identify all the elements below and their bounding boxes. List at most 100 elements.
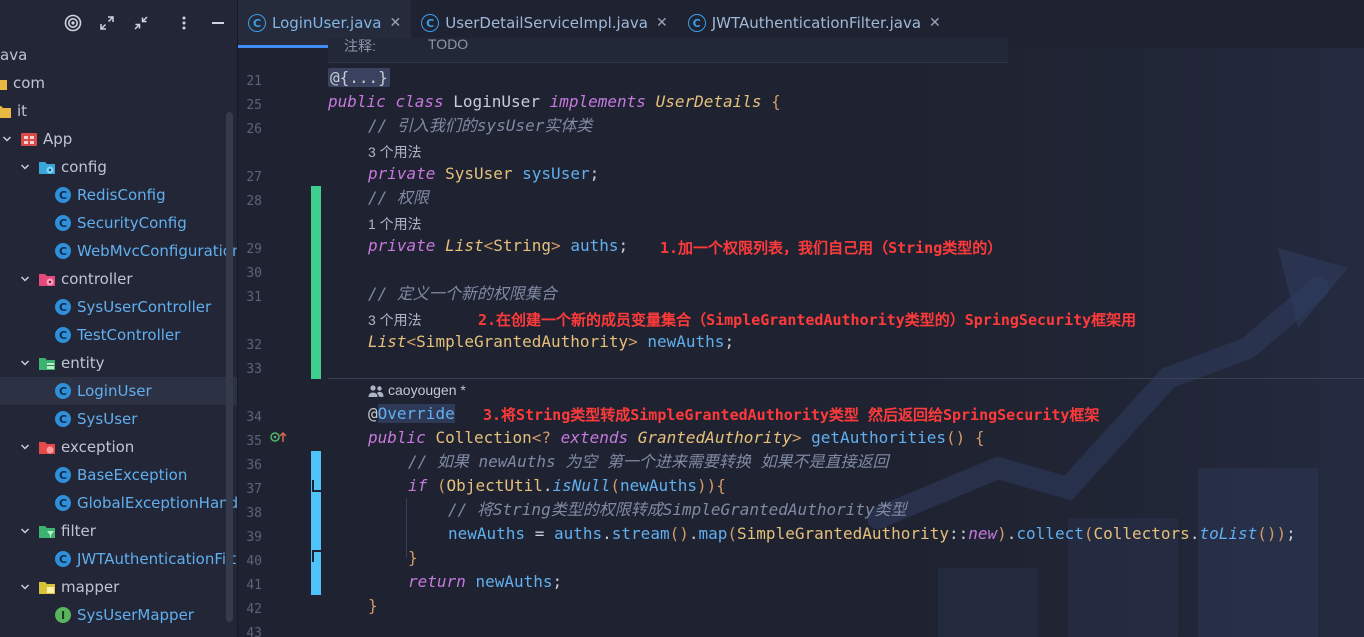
usage-hint[interactable]: 1 个用法 bbox=[368, 214, 422, 234]
author-hint[interactable]: caoyougen * bbox=[388, 382, 466, 398]
red-annotation-3: 3.将String类型转成SimpleGrantedAuthority类型 然后… bbox=[483, 406, 1100, 424]
tree-item-label: ava bbox=[0, 46, 28, 64]
line-number[interactable]: 27 bbox=[238, 170, 262, 185]
chevron-down-icon[interactable] bbox=[18, 358, 32, 368]
token: . bbox=[1189, 524, 1200, 543]
tree-item-baseexception[interactable]: C BaseException bbox=[0, 461, 237, 489]
vcs-added-marker[interactable] bbox=[311, 186, 321, 379]
comment: // 定义一个新的权限集合 bbox=[368, 284, 557, 303]
tree-item-ava[interactable]: ava bbox=[0, 41, 237, 69]
doc-value: TODO bbox=[428, 36, 469, 52]
chevron-down-icon[interactable] bbox=[18, 526, 32, 536]
line-number[interactable]: 41 bbox=[238, 578, 262, 593]
svg-text:C: C bbox=[59, 217, 67, 230]
tree-item-testcontroller[interactable]: C TestController bbox=[0, 321, 237, 349]
tree-item-com[interactable]: com bbox=[0, 69, 237, 97]
tree-item-label: entity bbox=[61, 354, 105, 372]
line-number[interactable]: 37 bbox=[238, 482, 262, 497]
tree-item-sysusermapper[interactable]: I SysUserMapper bbox=[0, 601, 237, 629]
line-number[interactable]: 40 bbox=[238, 554, 262, 569]
line-number[interactable]: 33 bbox=[238, 362, 262, 377]
tree-item-redisconfig[interactable]: C RedisConfig bbox=[0, 181, 237, 209]
token: getAuthorities bbox=[811, 428, 947, 447]
filter-package-icon bbox=[38, 522, 56, 540]
red-annotation-2: 2.在创建一个新的成员变量集合（SimpleGrantedAuthority类型… bbox=[478, 311, 1137, 329]
code-editor[interactable]: 注释: TODO 21 25 26 27 28 29 30 31 32 33 34 35 36 37 38 3… bbox=[238, 36, 1364, 637]
token: ; bbox=[589, 164, 600, 183]
tree-item-label: TestController bbox=[77, 326, 181, 344]
line-number[interactable]: 29 bbox=[238, 242, 262, 257]
comment: // 如果 newAuths 为空 第一个进来需要转换 如果不是直接返回 bbox=[408, 452, 889, 471]
tree-item-sysusercontroller[interactable]: C SysUserController bbox=[0, 293, 237, 321]
line-number[interactable]: 25 bbox=[238, 98, 262, 113]
tree-item-mapper[interactable]: mapper bbox=[0, 573, 237, 601]
sidebar-scrollbar[interactable] bbox=[226, 112, 233, 622]
folder-icon bbox=[0, 74, 8, 92]
line-number[interactable]: 28 bbox=[238, 194, 262, 209]
tree-item-filter[interactable]: filter bbox=[0, 517, 237, 545]
line-number[interactable]: 31 bbox=[238, 290, 262, 305]
more-vertical-icon[interactable] bbox=[171, 10, 197, 36]
line-number[interactable]: 21 bbox=[238, 74, 262, 89]
chevron-down-icon[interactable] bbox=[18, 162, 32, 172]
close-icon[interactable]: ✕ bbox=[929, 15, 941, 31]
line-number[interactable]: 34 bbox=[238, 410, 262, 425]
chevron-down-icon[interactable] bbox=[18, 442, 32, 452]
tree-item-controller[interactable]: controller bbox=[0, 265, 237, 293]
line-number[interactable]: 42 bbox=[238, 602, 262, 617]
line-number[interactable]: 39 bbox=[238, 530, 262, 545]
close-icon[interactable]: ✕ bbox=[389, 15, 401, 31]
tree-item-securityconfig[interactable]: C SecurityConfig bbox=[0, 209, 237, 237]
line-number[interactable]: 35 bbox=[238, 434, 262, 449]
token: } bbox=[368, 596, 378, 615]
token: return bbox=[408, 572, 466, 591]
tree-item-label: BaseException bbox=[77, 466, 188, 484]
tree-item-config[interactable]: config bbox=[0, 153, 237, 181]
chevron-down-icon[interactable] bbox=[0, 134, 14, 144]
target-icon[interactable] bbox=[60, 10, 86, 36]
usage-hint[interactable]: 3 个用法 bbox=[368, 142, 422, 162]
tree-item-loginuser[interactable]: C LoginUser bbox=[0, 377, 237, 405]
token: public bbox=[368, 428, 426, 447]
fold-marker-icon[interactable] bbox=[312, 550, 322, 562]
implements-method-icon[interactable] bbox=[270, 430, 288, 444]
chevron-down-icon[interactable] bbox=[18, 274, 32, 284]
line-number[interactable]: 36 bbox=[238, 458, 262, 473]
folded-annotations[interactable]: @{...} bbox=[328, 68, 390, 87]
tree-item-sysuser[interactable]: C SysUser bbox=[0, 405, 237, 433]
token: ) bbox=[997, 524, 1007, 543]
line-number[interactable]: 30 bbox=[238, 266, 262, 281]
token: extends bbox=[560, 428, 629, 447]
tree-item-webmvcconfiguration[interactable]: C WebMvcConfiguration bbox=[0, 237, 237, 265]
line-number[interactable]: 32 bbox=[238, 338, 262, 353]
line-number[interactable]: 38 bbox=[238, 506, 262, 521]
svg-text:C: C bbox=[59, 329, 67, 342]
token: collect bbox=[1016, 524, 1084, 543]
token: > bbox=[551, 236, 561, 255]
svg-text:C: C bbox=[59, 301, 67, 314]
tree-item-app[interactable]: App bbox=[0, 125, 237, 153]
close-icon[interactable]: ✕ bbox=[656, 15, 668, 31]
token: ; bbox=[552, 572, 563, 591]
tree-item-exception[interactable]: exception bbox=[0, 433, 237, 461]
token: ()) bbox=[1257, 524, 1287, 543]
entity-package-icon bbox=[38, 354, 56, 372]
class-name: LoginUser bbox=[453, 92, 540, 111]
fold-marker-icon[interactable] bbox=[312, 480, 322, 492]
token: { bbox=[716, 476, 726, 495]
tree-item-globalexceptionhandle[interactable]: C GlobalExceptionHandle bbox=[0, 489, 237, 517]
usage-hint[interactable]: 3 个用法 bbox=[368, 310, 422, 330]
vcs-modified-marker[interactable] bbox=[311, 451, 321, 595]
tree-item-entity[interactable]: entity bbox=[0, 349, 237, 377]
collapse-icon[interactable] bbox=[128, 10, 154, 36]
tree-item-jwtauthenticationfilter[interactable]: C JWTAuthenticationFilter bbox=[0, 545, 237, 573]
expand-icon[interactable] bbox=[94, 10, 120, 36]
line-number[interactable]: 26 bbox=[238, 122, 262, 137]
java-class-icon: C bbox=[248, 14, 266, 32]
minimize-icon[interactable] bbox=[205, 10, 231, 36]
tree-item-it[interactable]: it bbox=[0, 97, 237, 125]
token: public bbox=[328, 92, 386, 111]
chevron-down-icon[interactable] bbox=[18, 582, 32, 592]
line-number[interactable]: 43 bbox=[238, 626, 262, 637]
svg-text:C: C bbox=[59, 469, 67, 482]
